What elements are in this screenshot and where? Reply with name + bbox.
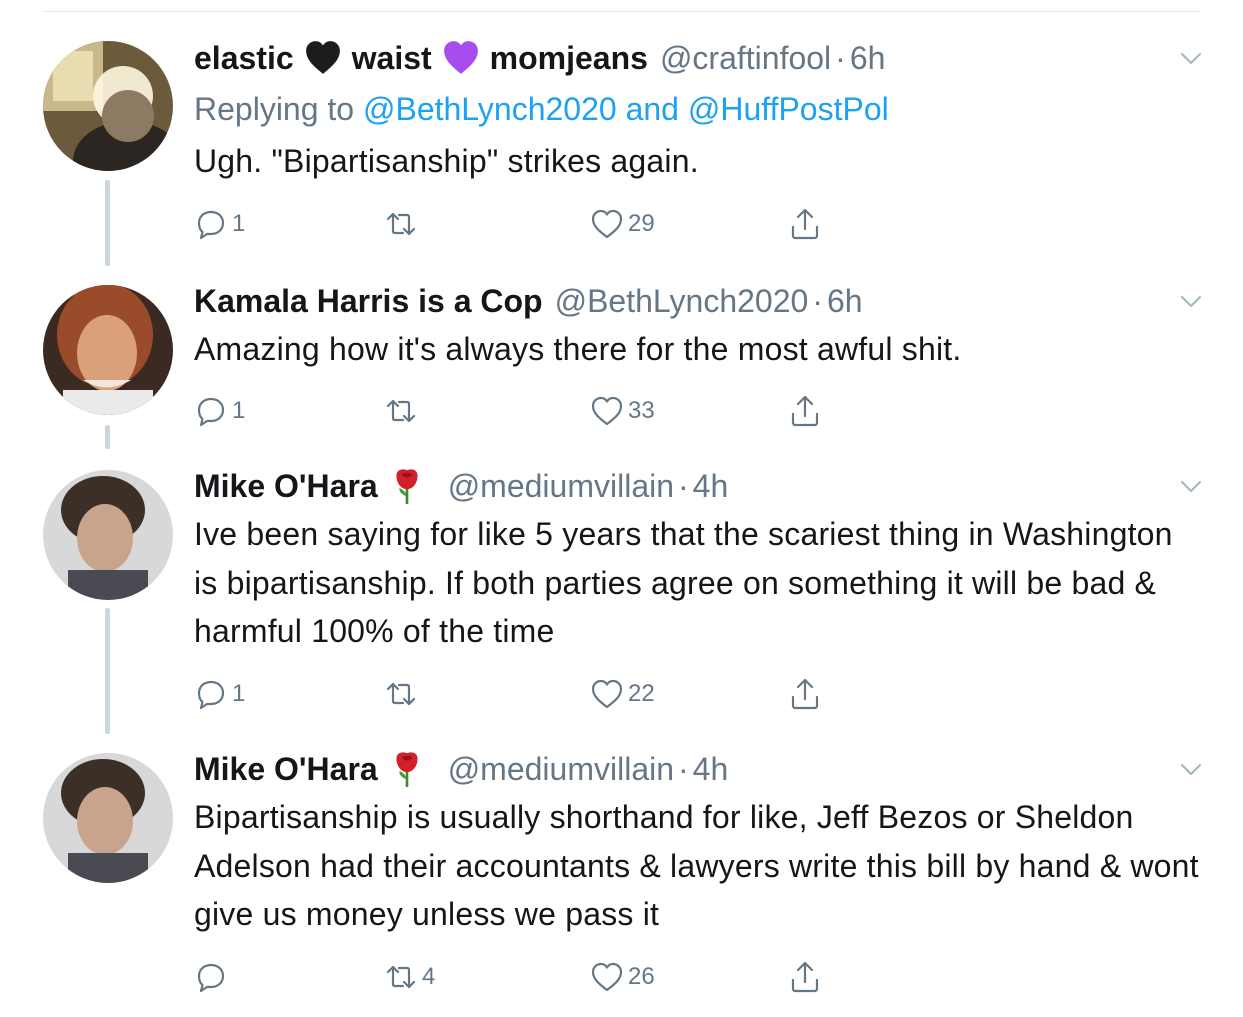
like-count: 33 <box>628 397 655 424</box>
reply-button[interactable]: 1 <box>194 393 245 429</box>
tweet-actions: 4 26 <box>194 959 854 995</box>
reply-count: 1 <box>232 680 246 707</box>
chevron-down-icon[interactable] <box>1180 763 1202 777</box>
tweet-actions: 1 29 <box>194 206 854 242</box>
replying-and: and <box>625 91 679 127</box>
thread-line <box>105 180 110 266</box>
timestamp[interactable]: 4h <box>693 466 729 506</box>
share-button[interactable] <box>788 393 822 429</box>
mention-link[interactable]: @BethLynch2020 <box>363 91 617 127</box>
replying-prefix: Replying to <box>194 91 355 127</box>
user-handle[interactable]: @mediumvillain <box>448 749 674 789</box>
heart-icon <box>591 396 623 426</box>
share-button[interactable] <box>788 959 822 995</box>
avatar-image <box>43 285 173 415</box>
avatar[interactable] <box>43 285 173 415</box>
tweet-text: Amazing how it's always there for the mo… <box>194 331 962 367</box>
like-count: 29 <box>628 210 655 237</box>
share-icon <box>791 208 819 240</box>
tweet-text: Ugh. "Bipartisanship" strikes again. <box>194 143 699 179</box>
retweet-button[interactable] <box>384 676 422 712</box>
display-name[interactable]: Mike O'Hara <box>194 466 378 506</box>
reply-icon <box>197 963 225 993</box>
reply-icon <box>197 397 225 427</box>
display-name-part[interactable]: waist <box>352 38 432 78</box>
reply-count: 1 <box>232 397 246 424</box>
separator-dot: · <box>835 40 846 76</box>
reply-button[interactable]: 1 <box>194 206 245 242</box>
tweet-text: Ive been saying for like 5 years that th… <box>194 516 1173 649</box>
user-handle[interactable]: @mediumvillain <box>448 466 674 506</box>
tweet-header: Mike O'Hara @mediumvillain · 4h <box>194 749 728 789</box>
avatar-image <box>43 753 173 883</box>
tweet-actions: 1 33 <box>194 393 854 429</box>
avatar-image <box>43 41 173 171</box>
timestamp[interactable]: 4h <box>693 749 729 789</box>
like-count: 22 <box>628 680 655 707</box>
share-button[interactable] <box>788 206 822 242</box>
rose-icon <box>388 750 426 788</box>
heart-icon <box>591 209 623 239</box>
retweet-icon <box>386 212 416 236</box>
retweet-button[interactable] <box>384 206 422 242</box>
timestamp[interactable]: 6h <box>827 281 863 321</box>
avatar[interactable] <box>43 41 173 171</box>
reply-icon <box>197 210 225 240</box>
rose-icon <box>388 467 426 505</box>
mention-link[interactable]: @HuffPostPol <box>688 91 889 127</box>
like-button[interactable]: 26 <box>590 959 655 995</box>
replying-to: Replying to @BethLynch2020 and @HuffPost… <box>194 89 889 129</box>
tweet-header: elastic waist momjeans @craftinfool · 6h <box>194 38 885 78</box>
heart-icon <box>591 962 623 992</box>
avatar-image <box>43 470 173 600</box>
reply-count: 1 <box>232 210 246 237</box>
thread-line <box>105 425 110 449</box>
retweet-icon <box>386 682 416 706</box>
like-button[interactable]: 29 <box>590 206 655 242</box>
thread-line <box>105 608 110 734</box>
reply-icon <box>197 680 225 710</box>
display-name-part[interactable]: momjeans <box>490 38 648 78</box>
share-button[interactable] <box>788 676 822 712</box>
tweet-actions: 1 22 <box>194 676 854 712</box>
share-icon <box>791 678 819 710</box>
retweet-icon <box>386 399 416 423</box>
reply-button[interactable] <box>194 959 232 995</box>
display-name[interactable]: Kamala Harris is a Cop <box>194 281 543 321</box>
like-button[interactable]: 33 <box>590 393 655 429</box>
share-icon <box>791 961 819 993</box>
separator-dot: · <box>678 751 689 787</box>
heart-icon <box>591 679 623 709</box>
retweet-count: 4 <box>422 963 436 990</box>
tweet-header: Mike O'Hara @mediumvillain · 4h <box>194 466 728 506</box>
display-name[interactable]: Mike O'Hara <box>194 749 378 789</box>
display-name[interactable]: elastic <box>194 38 294 78</box>
retweet-icon <box>386 965 416 989</box>
top-divider <box>43 11 1201 12</box>
avatar[interactable] <box>43 470 173 600</box>
reply-button[interactable]: 1 <box>194 676 245 712</box>
timestamp[interactable]: 6h <box>850 38 886 78</box>
share-icon <box>791 395 819 427</box>
purple-heart-icon <box>442 39 480 77</box>
like-count: 26 <box>628 963 655 990</box>
chevron-down-icon[interactable] <box>1180 52 1202 66</box>
user-handle[interactable]: @craftinfool <box>660 38 831 78</box>
separator-dot: · <box>678 468 689 504</box>
avatar[interactable] <box>43 753 173 883</box>
retweet-button[interactable]: 4 <box>384 959 435 995</box>
user-handle[interactable]: @BethLynch2020 <box>555 281 809 321</box>
tweet-header: Kamala Harris is a Cop @BethLynch2020 · … <box>194 281 863 321</box>
like-button[interactable]: 22 <box>590 676 655 712</box>
tweet-text: Bipartisanship is usually shorthand for … <box>194 799 1199 932</box>
separator-dot: · <box>812 283 823 319</box>
chevron-down-icon[interactable] <box>1180 480 1202 494</box>
retweet-button[interactable] <box>384 393 422 429</box>
black-heart-icon <box>304 39 342 77</box>
chevron-down-icon[interactable] <box>1180 295 1202 309</box>
